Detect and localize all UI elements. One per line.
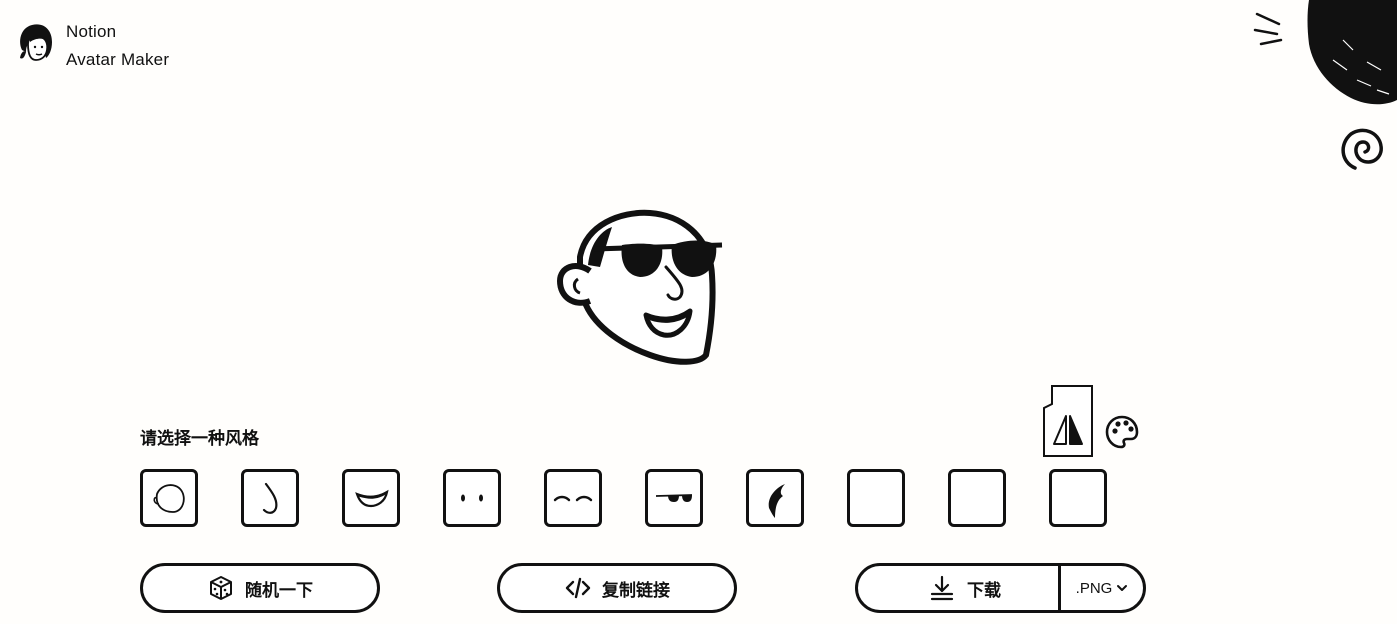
copy-link-button[interactable]: 复制链接: [497, 563, 737, 613]
part-mouth[interactable]: [342, 469, 400, 527]
flip-horizontal-button[interactable]: [1042, 384, 1094, 458]
random-button-label: 随机一下: [245, 580, 313, 600]
face-shape-icon: [153, 484, 185, 513]
brand-line-1: Notion: [66, 22, 117, 41]
random-button[interactable]: 随机一下: [140, 563, 380, 613]
part-nose[interactable]: [241, 469, 299, 527]
part-beard[interactable]: [948, 469, 1006, 527]
chevron-down-icon: [1117, 585, 1128, 591]
avatar-maker-page: Notion Avatar Maker 请选择一种风格 随机一下 复制链接 下载…: [0, 0, 1397, 624]
part-hair[interactable]: [746, 469, 804, 527]
eyes-icon: [461, 494, 483, 502]
part-eyebrows[interactable]: [544, 469, 602, 527]
palette-icon[interactable]: [1104, 414, 1140, 450]
avatar-preview: [557, 209, 723, 365]
decorative-doodle: [1253, 0, 1397, 170]
part-face[interactable]: [140, 469, 198, 527]
copy-link-label: 复制链接: [602, 580, 670, 600]
mouth-icon: [355, 489, 389, 508]
eyebrows-icon: [553, 495, 593, 502]
format-value: .PNG: [1075, 579, 1113, 597]
brand[interactable]: Notion Avatar Maker: [16, 20, 169, 74]
brand-name: Notion Avatar Maker: [66, 18, 169, 74]
download-group: 下载 .PNG: [855, 563, 1146, 613]
part-details[interactable]: [1049, 469, 1107, 527]
part-accessory[interactable]: [847, 469, 905, 527]
part-glasses[interactable]: [645, 469, 703, 527]
download-icon: [930, 575, 954, 601]
style-prompt-label: 请选择一种风格: [140, 429, 259, 448]
code-icon: [565, 577, 591, 599]
glasses-icon: [655, 494, 693, 502]
part-eyes[interactable]: [443, 469, 501, 527]
part-selector: [140, 469, 1107, 527]
hair-icon: [768, 484, 785, 518]
dice-icon: [210, 576, 232, 600]
nose-icon: [262, 482, 278, 514]
format-select[interactable]: .PNG: [1058, 566, 1143, 610]
brand-line-2: Avatar Maker: [66, 50, 170, 69]
download-button[interactable]: 下载: [858, 566, 1058, 610]
girl-avatar-icon: [20, 24, 52, 61]
download-label: 下载: [967, 580, 1001, 600]
